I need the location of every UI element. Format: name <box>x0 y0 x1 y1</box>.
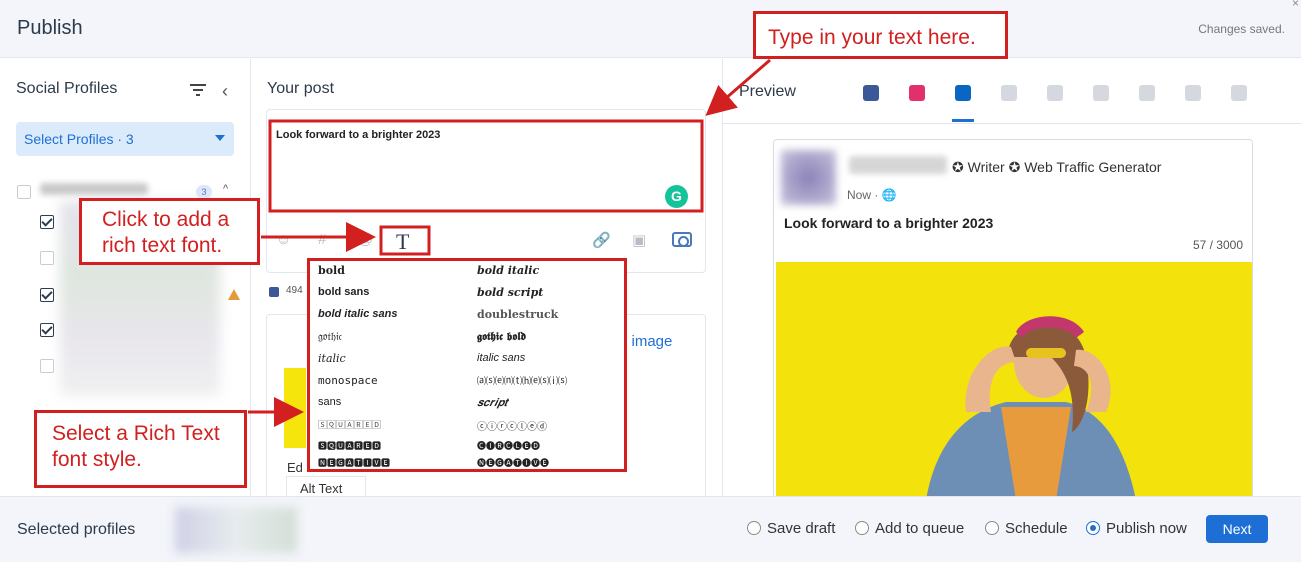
rich-text-icon-highlight <box>379 225 431 256</box>
editor-highlight-box <box>268 119 704 213</box>
arrow-to-editor <box>705 58 771 116</box>
annotation-overlay <box>248 58 771 427</box>
